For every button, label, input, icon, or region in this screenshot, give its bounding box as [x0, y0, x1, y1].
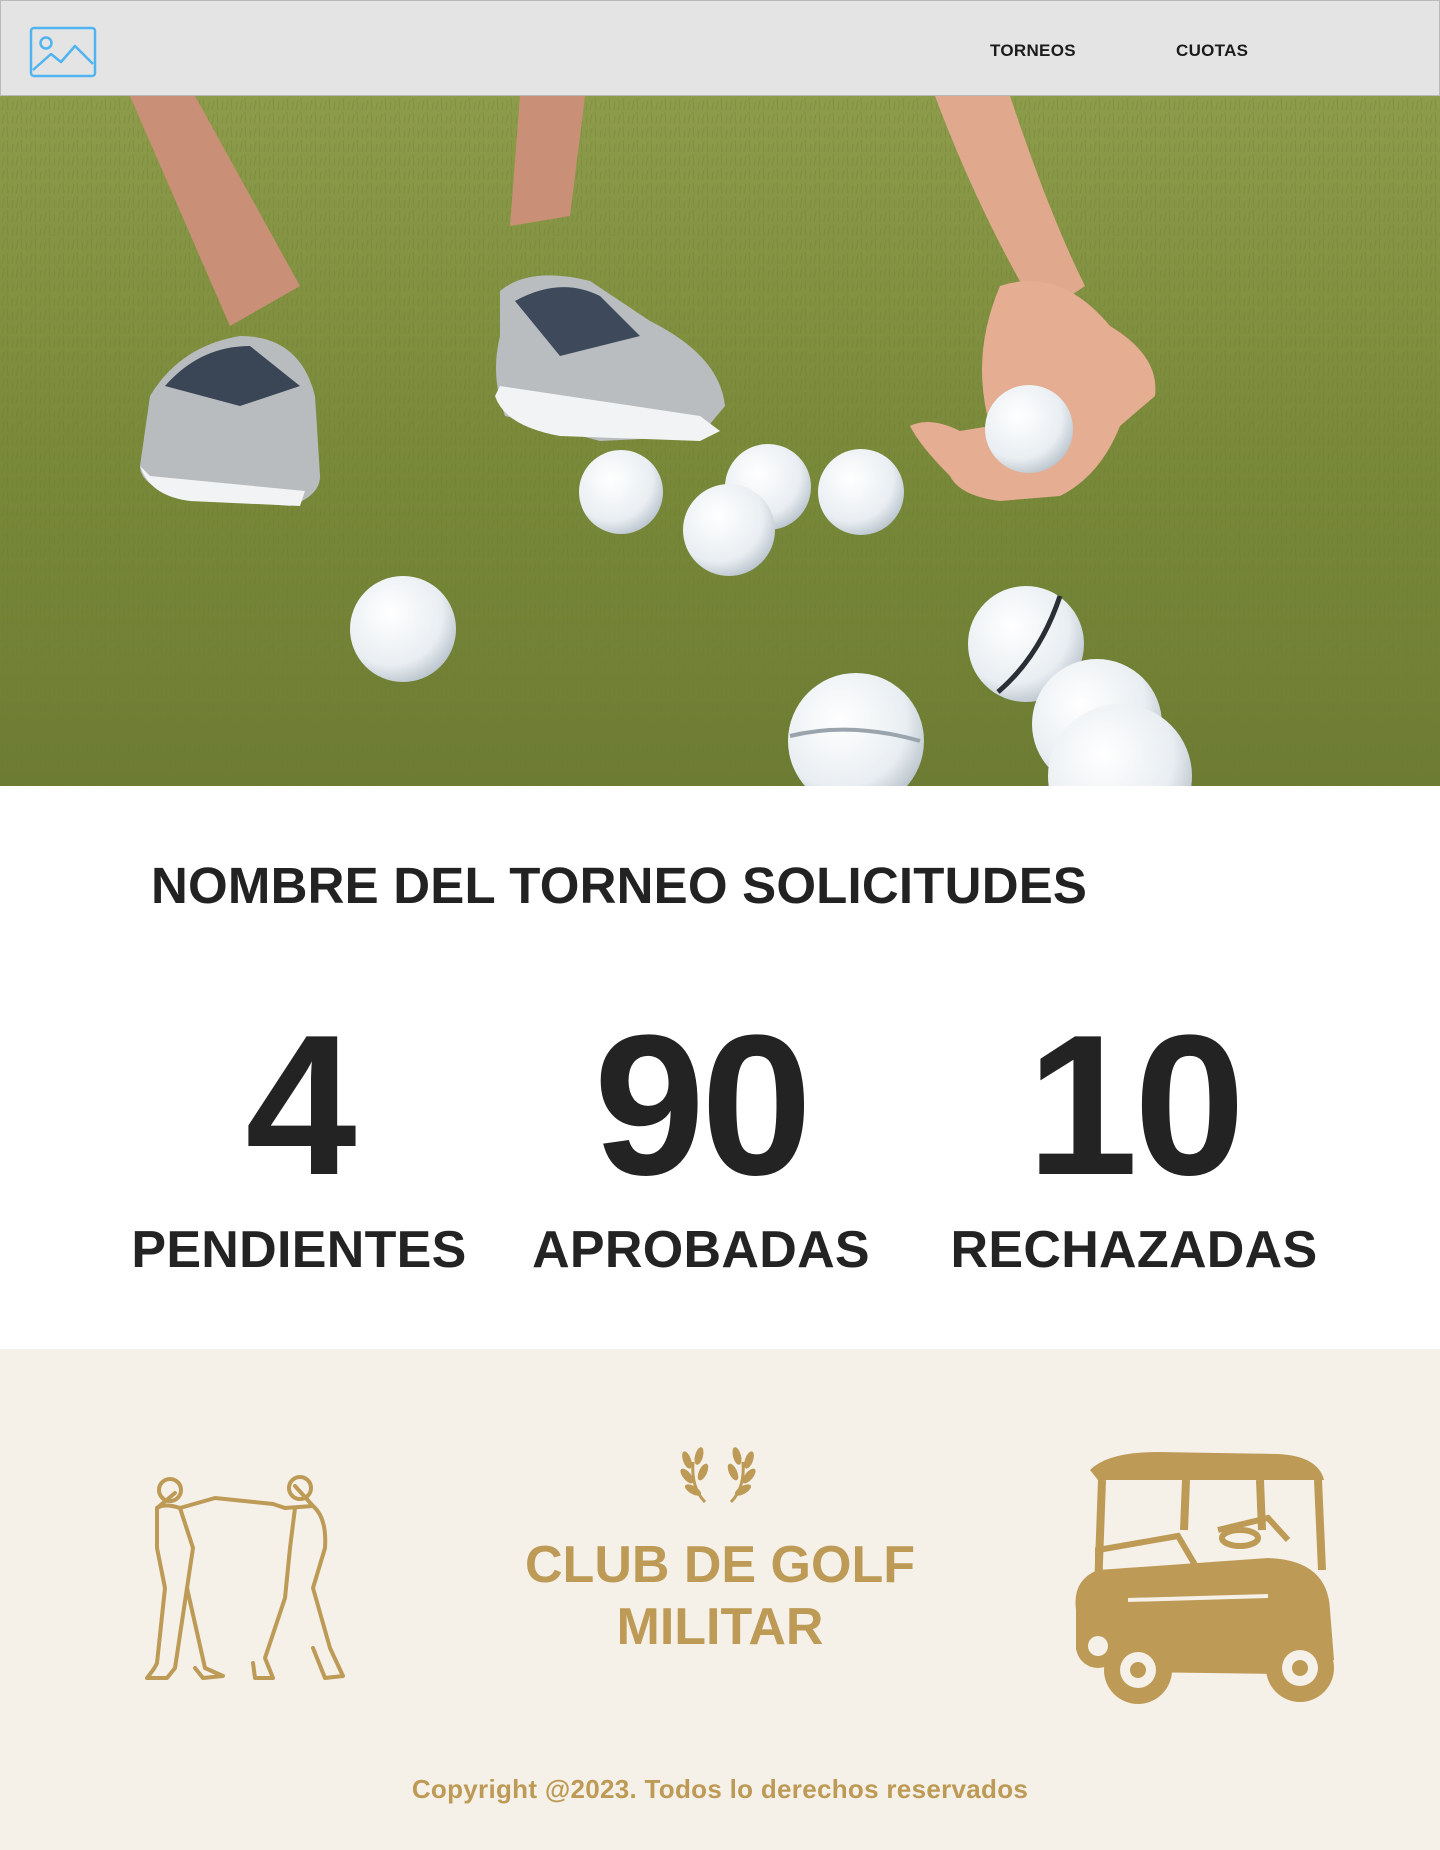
- stat-label: APROBADAS: [532, 1221, 870, 1279]
- stat-aprobadas: 90 APROBADAS: [491, 1006, 911, 1280]
- club-name-line1: CLUB DE GOLF: [525, 1536, 915, 1594]
- stat-value: 90: [593, 994, 812, 1217]
- stat-value: 4: [245, 994, 356, 1217]
- nav-link-cuotas[interactable]: CUOTAS: [1176, 41, 1248, 61]
- stat-value: 10: [1026, 994, 1245, 1217]
- stat-label: RECHAZADAS: [950, 1221, 1318, 1279]
- stat-rechazadas: 10 RECHAZADAS: [924, 1006, 1344, 1280]
- navbar: TORNEOS CUOTAS: [0, 0, 1440, 96]
- copyright-text: Copyright @2023. Todos lo derechos reser…: [411, 1774, 1029, 1804]
- laurel-icon: [677, 1440, 759, 1509]
- stat-label: PENDIENTES: [131, 1221, 467, 1279]
- page-title: NOMBRE DEL TORNEO SOLICITUDES: [151, 857, 1088, 914]
- hero-image: [0, 96, 1440, 786]
- golf-cart-icon: [1068, 1450, 1348, 1711]
- nav-link-torneos[interactable]: TORNEOS: [990, 41, 1076, 61]
- stat-pendientes: 4 PENDIENTES: [89, 1006, 509, 1280]
- image-placeholder-icon[interactable]: [29, 26, 97, 78]
- club-name-line2: MILITAR: [616, 1598, 824, 1656]
- golfers-icon: [145, 1468, 355, 1688]
